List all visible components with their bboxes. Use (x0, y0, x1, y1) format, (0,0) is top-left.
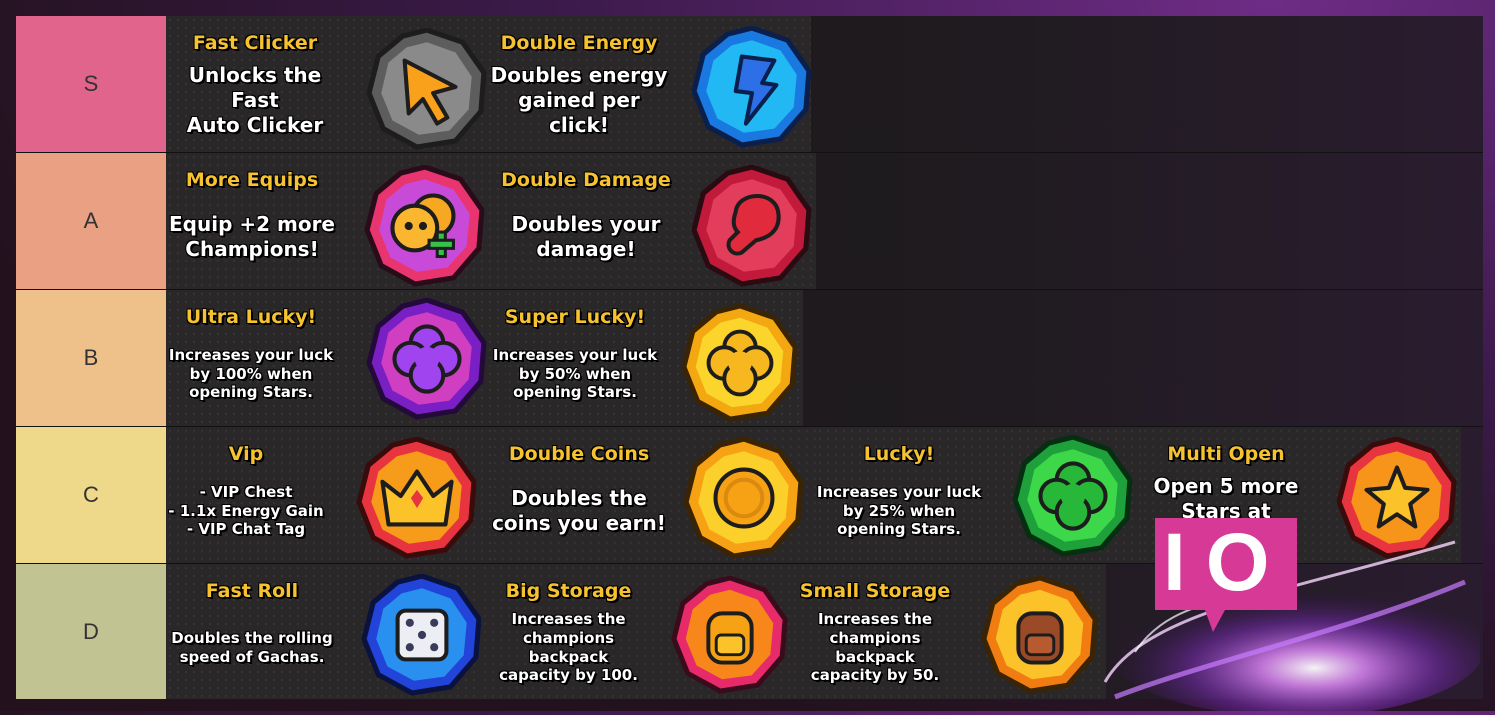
tier-label-text: D (83, 618, 99, 644)
tier-label[interactable]: B (16, 290, 166, 426)
gamepass-title: Big Storage (505, 580, 632, 602)
gamepass-title: Lucky! (863, 443, 935, 465)
tier-label[interactable]: S (16, 16, 166, 152)
logo-text: IO (1163, 517, 1290, 608)
gamepass-title: Super Lucky! (504, 306, 646, 328)
dice-icon (361, 574, 483, 696)
gamepass-card-small-storage[interactable]: Small Storage Increases the champions bac… (791, 564, 1106, 699)
gamepass-description: Increases the champions backpack capacit… (499, 610, 638, 685)
gamepass-description: Increases your luck by 50% when opening … (492, 345, 658, 402)
clover-purple-icon (366, 298, 488, 420)
gamepass-description: Doubles your damage! (511, 212, 661, 261)
gamepass-title: Ultra Lucky! (185, 306, 317, 328)
gamepass-title: Double Damage (501, 169, 671, 191)
characters-plus-icon (364, 165, 486, 287)
tier-label-text: C (83, 482, 99, 507)
tier-row-s: S Fast Clicker Unlocks the Fast Auto Clic… (16, 16, 1483, 153)
gamepass-card-ultra-lucky[interactable]: Ultra Lucky! Increases your luck by 100% … (166, 290, 506, 426)
tier-row-b: B Ultra Lucky! Increases your luck by 100… (16, 290, 1483, 427)
cursor-icon (366, 28, 488, 150)
gamepass-title: Small Storage (799, 580, 951, 602)
gamepass-card-double-damage[interactable]: Double Damage Doubles your damage! (501, 153, 816, 289)
crown-icon (356, 437, 478, 559)
gamepass-card-big-storage[interactable]: Big Storage Increases the champions backp… (481, 564, 791, 699)
gamepass-description: Doubles energy gained per click! (490, 62, 668, 137)
gamepass-title: Fast Roll (205, 580, 299, 602)
coin-icon (683, 437, 805, 559)
backpack-icon (671, 576, 789, 694)
boxing-glove-icon (691, 165, 813, 287)
tiermaker-logo-icon: IO (1085, 512, 1485, 715)
gamepass-description: Unlocks the Fast Auto Clicker (186, 62, 324, 137)
gamepass-card-fast-roll[interactable]: Fast Roll Doubles the rolling speed of Ga… (166, 564, 483, 699)
gamepass-title: Fast Clicker (192, 32, 318, 54)
gamepass-description: - VIP Chest - 1.1x Energy Gain - VIP Cha… (168, 482, 324, 539)
tier-label-text: S (83, 71, 99, 96)
clover-gold-icon (681, 304, 799, 422)
gamepass-title: Vip (228, 443, 264, 465)
gamepass-card-double-energy[interactable]: Double Energy Doubles energy gained per c… (491, 16, 813, 152)
gamepass-description: Equip +2 more Champions! (169, 212, 335, 261)
gamepass-title: Multi Open (1167, 443, 1285, 465)
tier-items: Fast Clicker Unlocks the Fast Auto Clicke… (166, 16, 1483, 152)
gamepass-card-double-coins[interactable]: Double Coins Doubles the coins you earn! (491, 427, 816, 563)
tier-label-text: B (83, 345, 99, 370)
backpack-small-icon (981, 576, 1099, 694)
gamepass-card-more-equips[interactable]: More Equips Equip +2 more Champions! (166, 153, 511, 289)
gamepass-title: Double Coins (508, 443, 650, 465)
gamepass-description: Doubles the coins you earn! (492, 486, 666, 535)
tier-label[interactable]: A (16, 153, 166, 289)
tier-label-text: A (83, 208, 99, 233)
gamepass-description: Doubles the rolling speed of Gachas. (171, 628, 333, 666)
tier-label[interactable]: C (16, 427, 166, 563)
gamepass-card-vip[interactable]: Vip - VIP Chest - 1.1x Energy Gain - VIP … (166, 427, 491, 563)
tier-items: More Equips Equip +2 more Champions! Doub… (166, 153, 1483, 289)
gamepass-card-fast-clicker[interactable]: Fast Clicker Unlocks the Fast Auto Clicke… (166, 16, 511, 152)
gamepass-description: Increases the champions backpack capacit… (810, 610, 940, 685)
tier-label[interactable]: D (16, 564, 166, 699)
lightning-icon (691, 26, 813, 148)
tier-row-a: A More Equips Equip +2 more Champions! Do… (16, 153, 1483, 290)
gamepass-description: Increases your luck by 25% when opening … (816, 482, 982, 539)
tier-items: Ultra Lucky! Increases your luck by 100% … (166, 290, 1483, 426)
gamepass-description: Increases your luck by 100% when opening… (168, 345, 334, 402)
gamepass-card-super-lucky[interactable]: Super Lucky! Increases your luck by 50% w… (493, 290, 803, 426)
gamepass-title: Double Energy (500, 32, 658, 54)
gamepass-title: More Equips (185, 169, 319, 191)
